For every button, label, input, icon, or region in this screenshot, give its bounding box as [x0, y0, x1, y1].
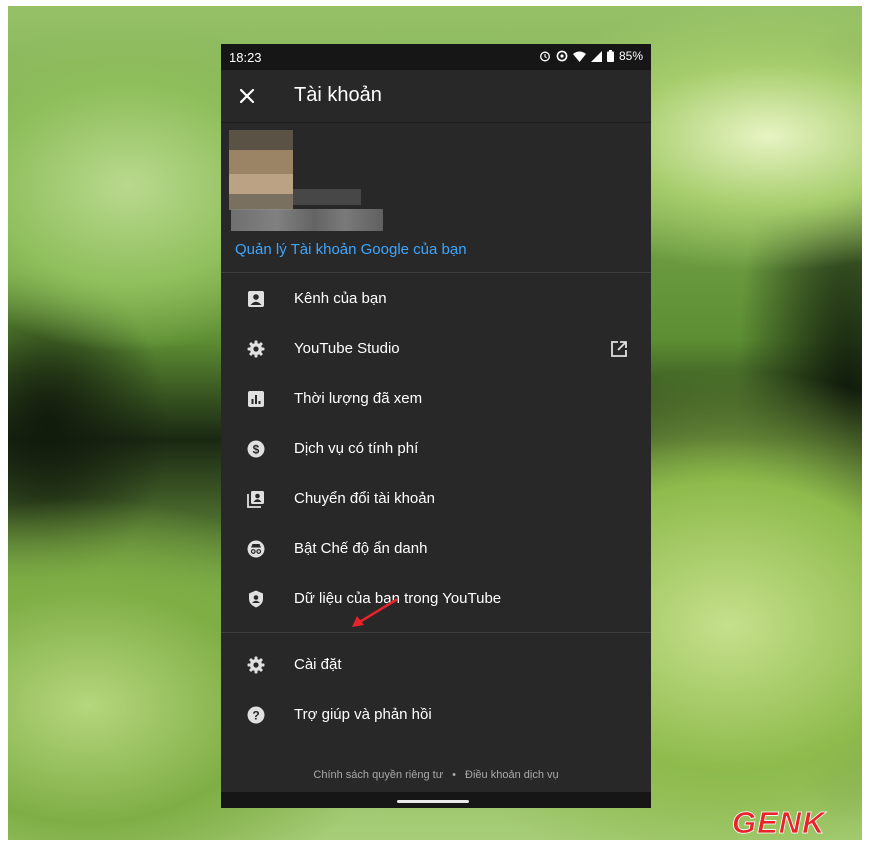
- menu-item-label: YouTube Studio: [294, 340, 400, 357]
- alarm-icon: [540, 51, 550, 62]
- footer-links: Chính sách quyền riêng tư • Điều khoản d…: [221, 769, 651, 781]
- bar-chart-icon: [248, 391, 264, 407]
- battery-percent: 85%: [618, 49, 643, 63]
- genk-logo-text: GENK: [732, 806, 827, 838]
- gear-icon: [247, 656, 265, 674]
- close-icon: [239, 88, 255, 104]
- phone-screen: 18:23 85% Tài khoản Quản lý Tài khoản Go…: [221, 44, 651, 808]
- battery-icon: [606, 50, 614, 62]
- account-box-icon: [248, 291, 264, 307]
- menu-item-label: Kênh của bạn: [294, 290, 387, 307]
- menu-item-label: Thời lượng đã xem: [294, 390, 423, 407]
- red-arrow-annotation: [352, 598, 398, 627]
- data-saver-icon: [556, 50, 568, 62]
- menu-item-youtube-studio[interactable]: YouTube Studio: [221, 324, 651, 374]
- switch-account-icon: [247, 491, 264, 508]
- incognito-icon: [247, 540, 265, 558]
- status-icons: 85%: [539, 49, 643, 63]
- menu-item-switch-account[interactable]: Chuyển đổi tài khoản: [221, 474, 651, 524]
- status-time: 18:23: [229, 50, 262, 65]
- menu-item-paid-memberships[interactable]: $ Dịch vụ có tính phí: [221, 424, 651, 474]
- menu-item-label: Bật Chế độ ẩn danh: [294, 540, 428, 557]
- manage-google-account-link[interactable]: Quản lý Tài khoản Google của bạn: [235, 241, 467, 258]
- help-circle-icon: ?: [247, 706, 265, 724]
- signal-icon: [590, 50, 602, 62]
- svg-text:?: ?: [252, 709, 259, 723]
- menu-item-label: Chuyển đổi tài khoản: [294, 490, 435, 507]
- menu-item-label: Trợ giúp và phản hồi: [294, 706, 432, 723]
- shield-person-icon: [249, 590, 263, 608]
- section-divider: [221, 632, 651, 633]
- header-divider: [221, 122, 651, 123]
- status-bar: 18:23 85%: [221, 44, 651, 70]
- close-button[interactable]: [233, 82, 261, 110]
- open-external-icon: [611, 341, 627, 357]
- genk-logo: GENK: [732, 806, 827, 838]
- app-header: Tài khoản: [221, 70, 651, 122]
- menu-item-your-data[interactable]: Dữ liệu của bạn trong YouTube: [221, 574, 651, 624]
- privacy-policy-link[interactable]: Chính sách quyền riêng tư: [313, 769, 443, 781]
- menu-item-your-channel[interactable]: Kênh của bạn: [221, 274, 651, 324]
- navigation-bar: [221, 792, 651, 808]
- menu-item-time-watched[interactable]: Thời lượng đã xem: [221, 374, 651, 424]
- home-gesture-handle[interactable]: [397, 800, 469, 803]
- terms-of-service-link[interactable]: Điều khoản dịch vụ: [465, 769, 559, 781]
- footer-separator: •: [452, 769, 456, 781]
- menu-item-label: Dịch vụ có tính phí: [294, 440, 419, 457]
- dollar-circle-icon: $: [247, 440, 265, 458]
- menu-item-help-feedback[interactable]: ? Trợ giúp và phản hồi: [221, 690, 651, 740]
- section-divider: [221, 272, 651, 273]
- avatar-redacted: [229, 130, 293, 210]
- page-title: Tài khoản: [294, 84, 382, 106]
- menu-item-incognito[interactable]: Bật Chế độ ẩn danh: [221, 524, 651, 574]
- menu-item-label: Cài đặt: [294, 656, 342, 673]
- svg-text:$: $: [253, 443, 260, 457]
- account-name-redacted: [231, 209, 383, 231]
- gear-icon: [247, 340, 265, 358]
- wifi-icon: [572, 51, 586, 62]
- menu-item-settings[interactable]: Cài đặt: [221, 640, 651, 690]
